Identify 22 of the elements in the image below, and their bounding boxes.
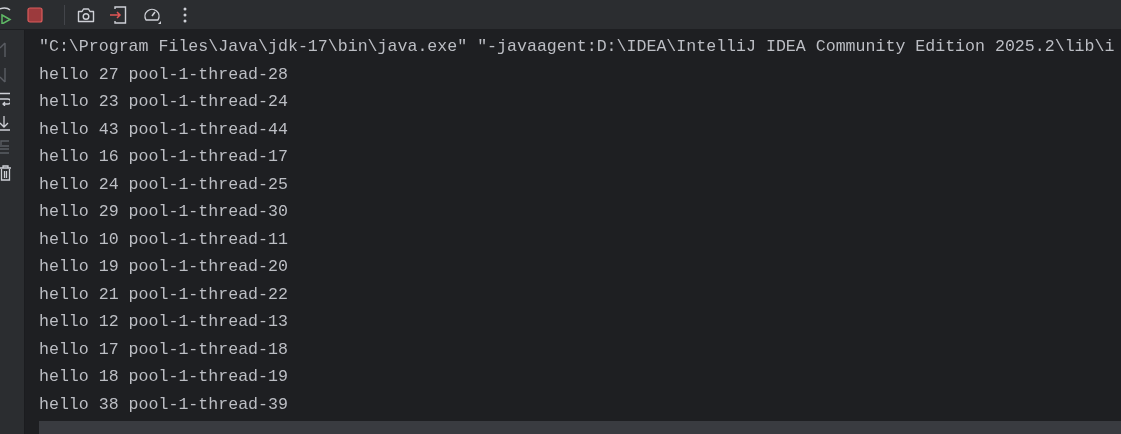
output-line: hello 23 pool-1-thread-24 <box>39 91 289 113</box>
exit-icon[interactable] <box>109 5 127 24</box>
camera-icon[interactable] <box>77 6 95 23</box>
horizontal-scrollbar[interactable] <box>39 421 1121 434</box>
output-line: hello 24 pool-1-thread-25 <box>39 173 289 196</box>
output-line: hello 21 pool-1-thread-22 <box>39 283 289 306</box>
output-line: hello 17 pool-1-thread-18 <box>39 338 289 361</box>
command-line: "C:\Program Files\Java\jdk-17\bin\java.exe" "-javaagent:D:\IDEA\IntelliJ IDEA Community Edition 2025.2\lib\i <box>39 36 1116 58</box>
soft-wrap-icon[interactable] <box>0 92 10 106</box>
output-line: hello 38 pool-1-thread-39 <box>39 393 289 416</box>
output-line: hello 27 pool-1-thread-28 <box>39 63 289 86</box>
stop-icon[interactable] <box>27 6 43 23</box>
output-line: hello 16 pool-1-thread-17 <box>39 146 289 168</box>
output-line: hello 10 pool-1-thread-11 <box>39 228 289 251</box>
output-line: hello 12 pool-1-thread-13 <box>39 311 289 333</box>
output-line: hello 18 pool-1-thread-19 <box>39 366 289 388</box>
scroll-to-end-icon[interactable] <box>0 115 10 131</box>
trash-icon[interactable] <box>0 165 11 181</box>
output-line: hello 43 pool-1-thread-44 <box>39 118 289 141</box>
output-line: hello 29 pool-1-thread-30 <box>39 201 289 223</box>
more-icon[interactable] <box>183 6 187 23</box>
output-line: hello 19 pool-1-thread-20 <box>39 256 289 278</box>
